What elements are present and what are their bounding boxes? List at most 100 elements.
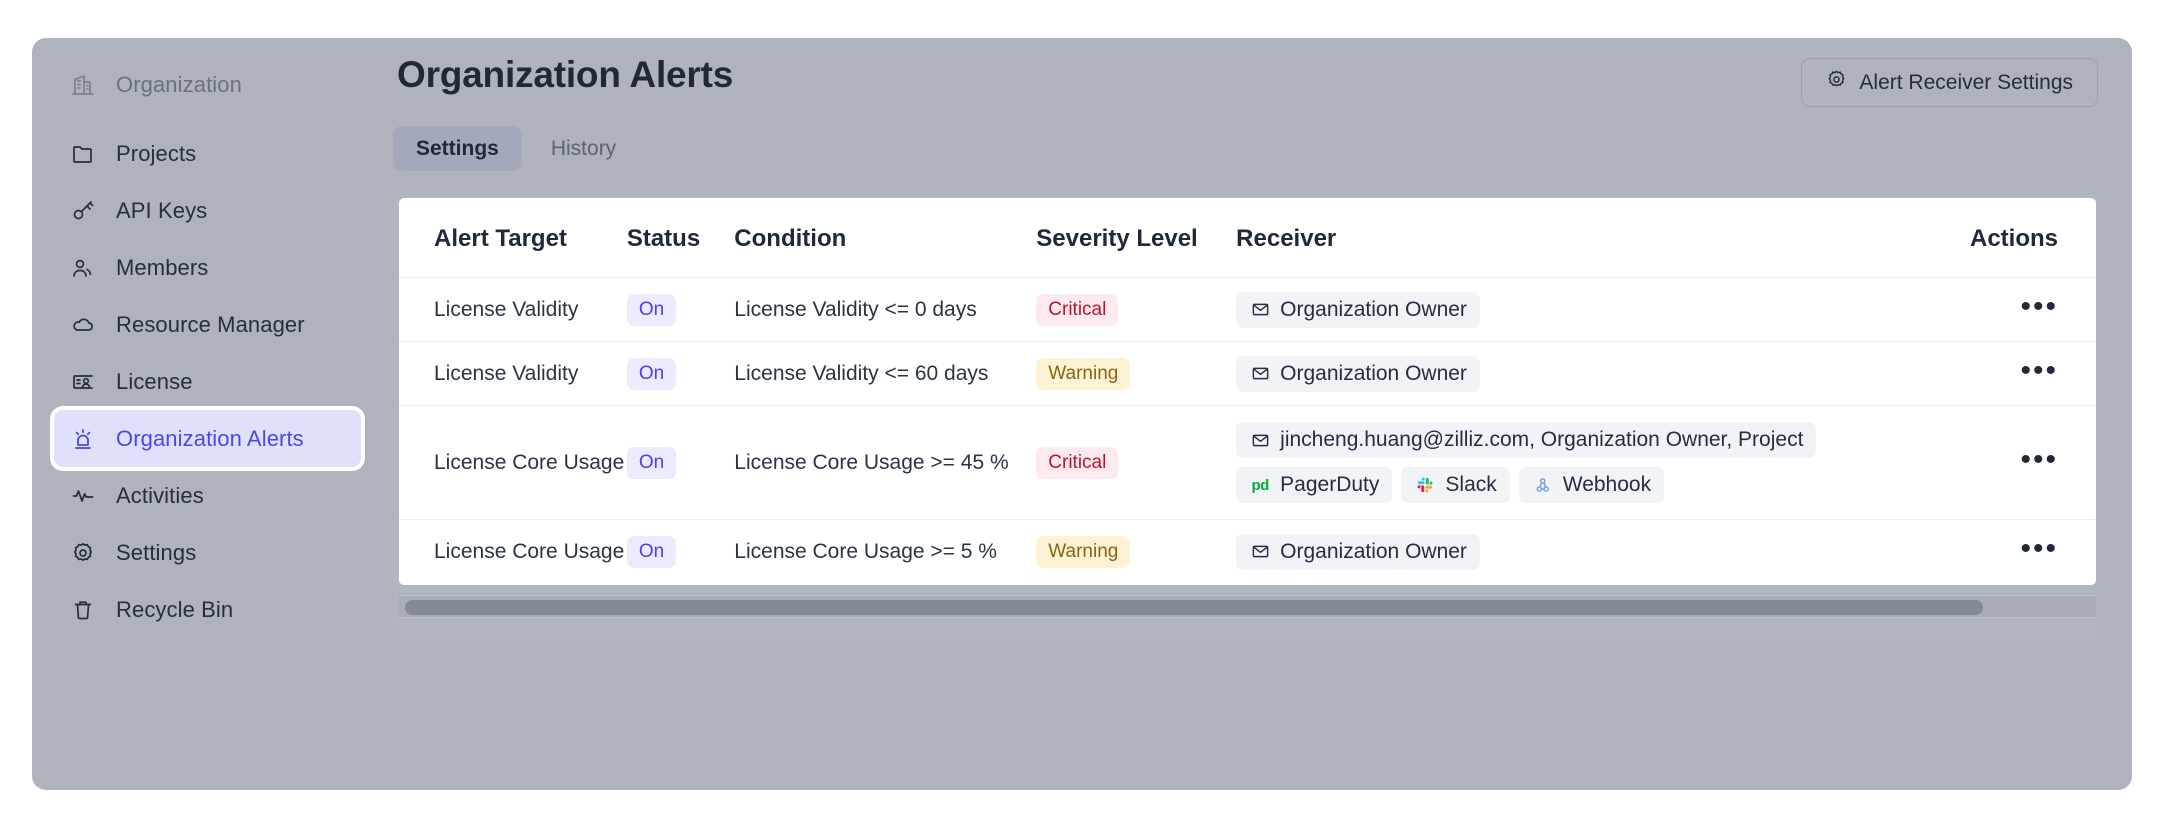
cell-status: On [626, 341, 735, 406]
receiver-tag-label: Organization Owner [1280, 297, 1467, 321]
status-badge: On [626, 446, 677, 479]
more-horizontal-icon[interactable]: ••• [2020, 355, 2058, 385]
tab-label: History [550, 136, 617, 160]
status-badge: On [626, 535, 677, 568]
receiver-tag-label: Webhook [1562, 473, 1652, 496]
sidebar-item-recycle-bin[interactable]: Recycle Bin [54, 581, 361, 638]
cell-receiver: Organization Owner [1236, 519, 1881, 584]
key-icon [70, 198, 96, 224]
table-row: License Validity On License Validity <= … [399, 277, 2096, 342]
app-shell: Organization Projects API Keys Members R… [32, 38, 2132, 790]
status-badge: On [626, 293, 677, 326]
cell-severity: Critical [1036, 405, 1237, 520]
mail-icon [1249, 299, 1271, 321]
tab-settings[interactable]: Settings [393, 126, 522, 171]
receiver-tag: Webhook [1518, 467, 1665, 503]
alert-siren-icon [70, 426, 96, 452]
cell-condition: License Core Usage >= 45 % [734, 405, 1037, 520]
cell-severity: Critical [1036, 277, 1237, 342]
sidebar-item-api-keys[interactable]: API Keys [54, 182, 361, 239]
cell-condition: License Validity <= 0 days [734, 277, 1037, 342]
cell-alert-target: License Core Usage [399, 405, 627, 520]
sidebar-item-members[interactable]: Members [54, 239, 361, 296]
sidebar-item-license[interactable]: License [54, 353, 361, 410]
receiver-tag-label: PagerDuty [1280, 473, 1380, 496]
cell-alert-target: License Core Usage [399, 519, 627, 584]
sidebar-item-label: Activities [116, 482, 204, 508]
sidebar-item-organization-alerts[interactable]: Organization Alerts [54, 410, 361, 467]
horizontal-scrollbar-track[interactable] [399, 595, 2096, 618]
severity-badge: Critical [1036, 446, 1119, 479]
column-header-alert-target: Alert Target [434, 225, 567, 252]
sidebar-item-projects[interactable]: Projects [54, 125, 361, 182]
receiver-tag: Organization Owner [1236, 355, 1480, 392]
page-header: Organization Alerts Alert Receiver Setti… [392, 38, 2098, 107]
sidebar-item-label: Projects [116, 140, 197, 166]
sidebar-item-label: Resource Manager [116, 311, 305, 337]
more-horizontal-icon[interactable]: ••• [2020, 533, 2058, 563]
page-title: Organization Alerts [397, 54, 734, 95]
alerts-table-panel: Alert Target Status Condition Severity L… [393, 192, 2102, 646]
alerts-table: Alert Target Status Condition Severity L… [399, 198, 2096, 584]
table-header-row: Alert Target Status Condition Severity L… [399, 198, 2096, 278]
slack-icon [1414, 474, 1436, 496]
receiver-tag-label: Organization Owner [1280, 539, 1467, 563]
trash-icon [70, 597, 96, 623]
sidebar: Organization Projects API Keys Members R… [32, 38, 383, 790]
more-horizontal-icon[interactable]: ••• [2020, 291, 2058, 321]
sidebar-item-settings[interactable]: Settings [54, 524, 361, 581]
severity-badge: Warning [1036, 535, 1131, 568]
webhook-icon [1532, 474, 1554, 496]
horizontal-scrollbar-thumb[interactable] [405, 600, 1984, 615]
sidebar-item-label: Organization Alerts [116, 425, 304, 451]
severity-badge: Warning [1036, 357, 1131, 390]
gear-icon [1826, 69, 1847, 96]
receiver-tag-label: jincheng.huang@zilliz.com, Organization … [1280, 428, 1804, 451]
more-horizontal-icon[interactable]: ••• [2020, 444, 2058, 474]
column-header-status: Status [626, 225, 701, 252]
cell-status: On [626, 405, 735, 520]
cell-receiver: Organization Owner [1236, 341, 1881, 406]
sidebar-item-label: Settings [116, 539, 197, 565]
alert-receiver-settings-button[interactable]: Alert Receiver Settings [1801, 58, 2098, 107]
cell-condition: License Core Usage >= 5 % [734, 519, 1037, 584]
sidebar-item-label: License [116, 368, 193, 394]
folder-icon [70, 141, 96, 167]
cell-severity: Warning [1036, 341, 1237, 406]
sidebar-item-label: Members [116, 254, 209, 280]
receiver-tag-list: Organization Owner [1236, 355, 1881, 392]
cell-condition: License Validity <= 60 days [734, 341, 1037, 406]
main-content: Organization Alerts Alert Receiver Setti… [383, 38, 2132, 790]
alert-receiver-settings-label: Alert Receiver Settings [1859, 70, 2073, 94]
cell-actions: ••• [1881, 405, 2096, 520]
sidebar-item-organization[interactable]: Organization [54, 56, 361, 113]
tab-history[interactable]: History [528, 126, 639, 171]
mail-icon [1249, 363, 1271, 385]
table-row: License Core Usage On License Core Usage… [399, 519, 2096, 584]
building-icon [70, 72, 96, 98]
cloud-icon [70, 312, 96, 338]
sidebar-item-activities[interactable]: Activities [54, 467, 361, 524]
column-header-condition: Condition [734, 225, 847, 252]
cell-receiver: jincheng.huang@zilliz.com, Organization … [1236, 405, 1881, 520]
cell-receiver: Organization Owner [1236, 277, 1881, 342]
receiver-tag: jincheng.huang@zilliz.com, Organization … [1236, 422, 1817, 458]
receiver-tag: Slack [1401, 467, 1510, 503]
users-icon [70, 255, 96, 281]
cell-actions: ••• [1881, 519, 2096, 584]
column-header-severity-level: Severity Level [1036, 225, 1198, 252]
cell-severity: Warning [1036, 519, 1237, 584]
mail-icon [1249, 429, 1271, 451]
cell-actions: ••• [1881, 277, 2096, 342]
sidebar-item-resource-manager[interactable]: Resource Manager [54, 296, 361, 353]
alerts-table-card: Alert Target Status Condition Severity L… [399, 198, 2096, 585]
receiver-tag-label: Organization Owner [1280, 361, 1467, 385]
column-header-actions: Actions [1969, 225, 2058, 252]
pagerduty-icon: pd [1251, 476, 1270, 494]
sidebar-item-label: Recycle Bin [116, 596, 234, 622]
column-header-receiver: Receiver [1236, 225, 1337, 252]
mail-icon [1249, 541, 1271, 563]
cell-status: On [626, 519, 735, 584]
receiver-tag-list: jincheng.huang@zilliz.com, Organization … [1236, 422, 1881, 503]
receiver-tag: Organization Owner [1236, 291, 1480, 328]
